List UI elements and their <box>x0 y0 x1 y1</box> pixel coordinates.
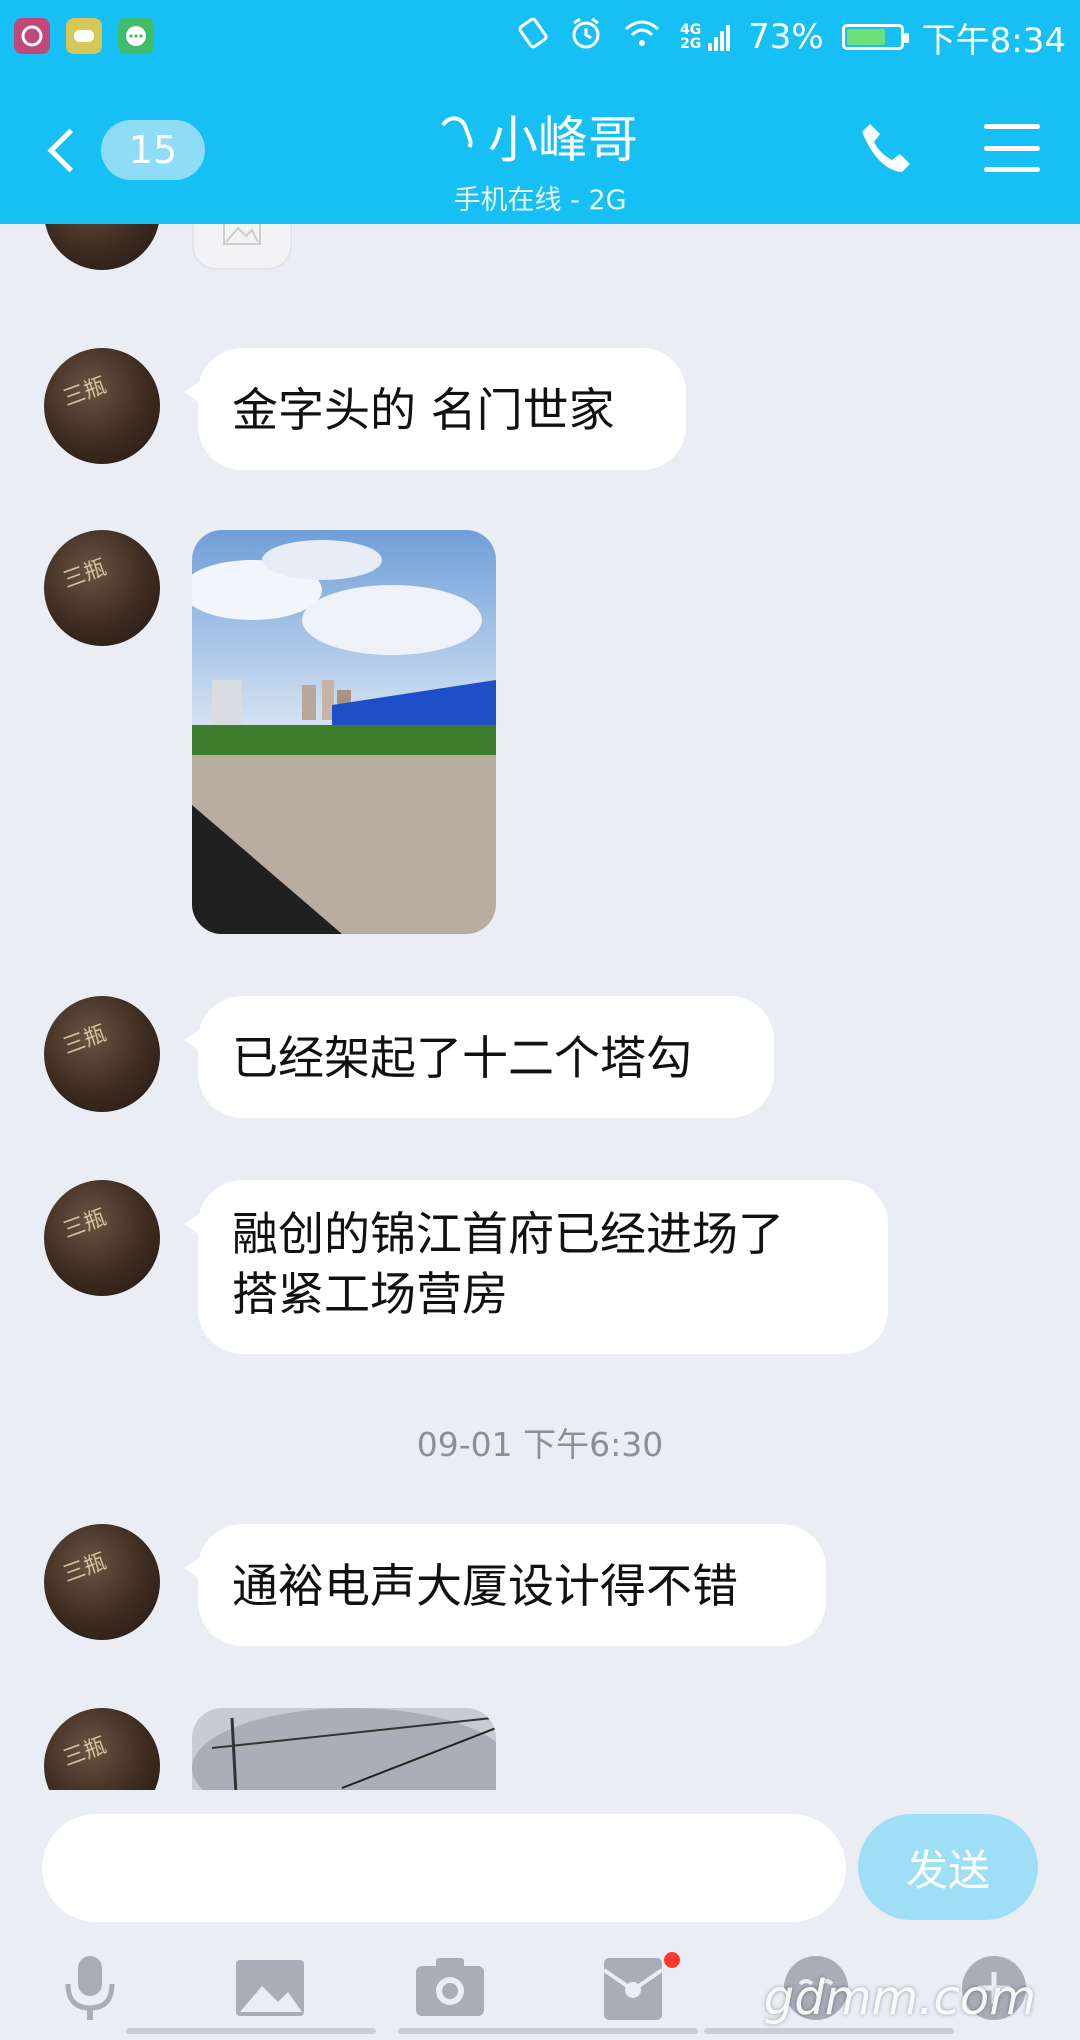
battery-percent: 73% <box>748 17 824 57</box>
phone-call-button[interactable] <box>856 118 916 178</box>
message-text: 通裕电声大厦设计得不错 <box>232 1559 738 1613</box>
message-bubble[interactable]: 已经架起了十二个塔勾 <box>184 996 774 1118</box>
composer: 发送 gdmm.com <box>0 1790 1080 2040</box>
message-bubble[interactable]: 金字头的 名门世家 <box>184 348 686 470</box>
message-text-line: 融创的锦江首府已经进场了 <box>232 1207 784 1261</box>
avatar[interactable]: 三瓶 <box>44 996 160 1112</box>
image-icon[interactable] <box>230 1948 310 2028</box>
message-text: 金字头的 名门世家 <box>232 383 615 437</box>
network-type: 4G 2G <box>680 22 702 52</box>
wifi-icon <box>622 17 662 58</box>
message-input[interactable] <box>42 1814 846 1922</box>
cellular-signal-icon: 4G 2G <box>680 22 731 52</box>
status-bar: 4G 2G 73% 下午8:34 <box>0 0 1080 74</box>
red-packet-icon[interactable] <box>596 1948 680 2028</box>
alarm-icon <box>568 15 604 60</box>
image-placeholder[interactable] <box>192 224 292 270</box>
avatar[interactable]: 三瓶 <box>44 1524 160 1640</box>
contact-status: 手机在线 - 2G <box>453 185 627 216</box>
message-photo[interactable] <box>192 530 496 934</box>
notification-dot <box>664 1952 680 1968</box>
send-button[interactable]: 发送 <box>858 1814 1038 1920</box>
chat-header: 15 小峰哥 手机在线 - 2G <box>0 74 1080 224</box>
avatar[interactable]: 三瓶 <box>44 1180 160 1296</box>
game-notification-icon <box>66 18 102 54</box>
avatar[interactable]: 三瓶 <box>44 530 160 646</box>
message-notification-icon <box>118 18 154 54</box>
message-bubble[interactable]: 融创的锦江首府已经进场了 搭紧工场营房 <box>184 1180 888 1354</box>
microphone-icon[interactable] <box>50 1948 130 2028</box>
timestamp-divider: 09-01 下午6:30 <box>416 1425 664 1464</box>
image-icon <box>223 224 261 245</box>
menu-button[interactable] <box>984 124 1040 172</box>
ear-icon <box>436 112 476 160</box>
avatar[interactable]: 三瓶 <box>44 1708 160 1790</box>
message-text-line: 搭紧工场营房 <box>232 1267 508 1321</box>
message-list[interactable]: 三瓶 三瓶 金字头的 名门世家 三瓶 <box>0 224 1080 1790</box>
phone-icon <box>862 124 910 172</box>
watermark: gdmm.com <box>763 1970 1036 2026</box>
avatar[interactable]: 三瓶 <box>44 348 160 464</box>
nav-indicator <box>126 2028 376 2034</box>
app-notification-icon <box>14 18 50 54</box>
nav-indicator <box>398 2028 698 2034</box>
nav-indicator <box>704 2028 954 2034</box>
avatar[interactable]: 三瓶 <box>44 224 160 270</box>
message-text: 已经架起了十二个塔勾 <box>232 1031 692 1085</box>
contact-name: 小峰哥 <box>488 111 638 169</box>
battery-icon <box>841 24 909 50</box>
message-photo[interactable] <box>192 1708 496 1790</box>
status-time: 下午8:34 <box>921 20 1066 61</box>
rotate-icon <box>516 16 550 59</box>
camera-icon[interactable] <box>410 1948 490 2028</box>
message-bubble[interactable]: 通裕电声大厦设计得不错 <box>184 1524 826 1646</box>
